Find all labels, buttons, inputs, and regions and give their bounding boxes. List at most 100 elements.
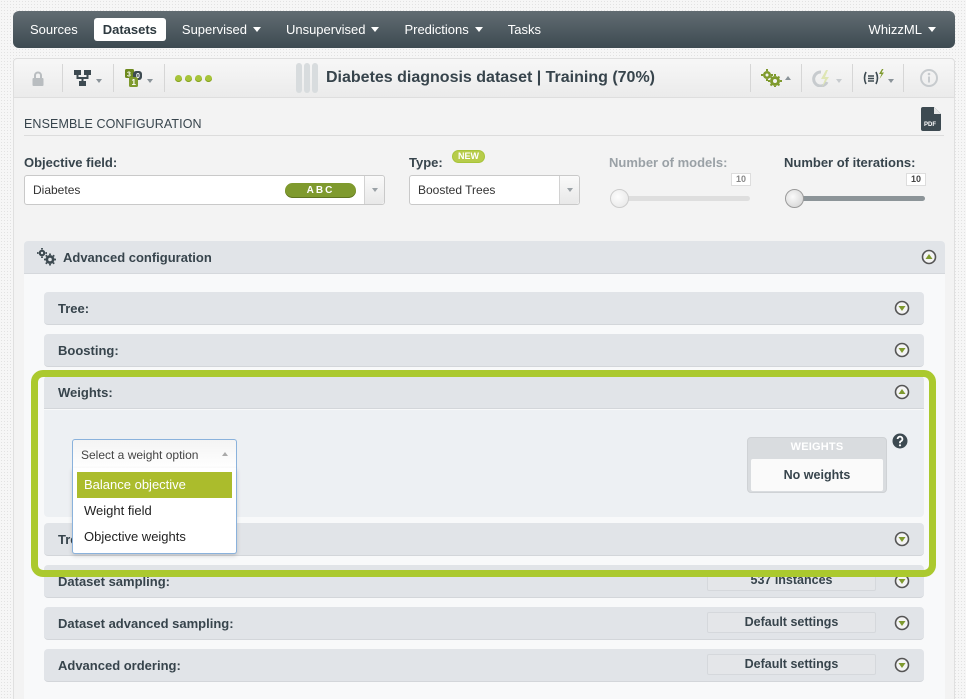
weight-select-placeholder: Select a weight option bbox=[81, 447, 199, 462]
configure-gears-icon bbox=[761, 69, 782, 87]
accordion-label: Advanced ordering: bbox=[58, 657, 181, 673]
status-dot bbox=[194, 74, 202, 82]
new-badge: NEW bbox=[452, 150, 485, 163]
caret-down-icon bbox=[888, 79, 894, 83]
accordion-label: Dataset advanced sampling: bbox=[58, 615, 234, 631]
advanced-configuration-header[interactable]: Advanced configuration bbox=[24, 241, 945, 274]
section-divider bbox=[24, 135, 944, 136]
svg-text:0: 0 bbox=[136, 73, 140, 80]
expand-down-icon bbox=[894, 531, 910, 547]
nav-supervised[interactable]: Supervised bbox=[173, 18, 270, 41]
title-area: Diabetes diagnosis dataset | Training (7… bbox=[296, 63, 655, 93]
collapse-up-icon[interactable] bbox=[921, 249, 937, 265]
caret-down-icon bbox=[474, 27, 483, 32]
accordion-label: Weights: bbox=[58, 384, 113, 400]
caret-down-icon bbox=[371, 27, 380, 32]
one-click-button[interactable] bbox=[802, 64, 852, 92]
objective-field-label: Objective field: bbox=[24, 155, 118, 170]
weight-option-select[interactable]: Select a weight option bbox=[72, 439, 237, 469]
nav-label: Predictions bbox=[404, 22, 469, 37]
accordion-label: Boosting: bbox=[58, 342, 119, 358]
field-types-button[interactable]: 3 0 1 bbox=[114, 64, 164, 92]
svg-text:3: 3 bbox=[127, 72, 131, 79]
status-dot bbox=[174, 74, 182, 82]
nav-whizzml[interactable]: WhizzML bbox=[860, 18, 945, 41]
number-of-iterations-slider[interactable] bbox=[786, 196, 925, 201]
number-of-iterations-value: 10 bbox=[906, 173, 926, 186]
gears-icon bbox=[37, 248, 56, 266]
number-of-iterations-label: Number of iterations: bbox=[784, 155, 916, 170]
nav-label: Sources bbox=[30, 22, 78, 37]
option-weight-field[interactable]: Weight field bbox=[77, 498, 232, 524]
pdf-export-button[interactable]: PDF bbox=[921, 107, 941, 136]
accordion-weights[interactable]: Weights: bbox=[44, 376, 924, 409]
tree-view-button[interactable] bbox=[63, 64, 113, 92]
caret-down-icon bbox=[96, 79, 102, 83]
caret-down-icon bbox=[147, 79, 153, 83]
status-dot bbox=[184, 74, 192, 82]
configure-button[interactable] bbox=[751, 64, 801, 92]
nav-label: Supervised bbox=[181, 22, 247, 37]
dataset-advanced-sampling-value: Default settings bbox=[707, 612, 876, 633]
option-objective-weights[interactable]: Objective weights bbox=[77, 524, 232, 550]
accordion-dataset-sampling[interactable]: Dataset sampling: 537 instances bbox=[44, 565, 924, 598]
number-of-models-label: Number of models: bbox=[609, 155, 728, 170]
caret-down-icon bbox=[836, 79, 842, 83]
top-navigation: Sources Datasets Supervised Unsupervised… bbox=[13, 11, 955, 48]
pdf-icon: PDF bbox=[921, 107, 941, 131]
formula-button[interactable] bbox=[853, 64, 903, 92]
objective-field-select[interactable]: Diabetes ABC bbox=[24, 175, 385, 205]
option-balance-objective[interactable]: Balance objective bbox=[77, 472, 232, 498]
nav-tasks[interactable]: Tasks bbox=[499, 18, 550, 41]
weight-options-dropdown: Balance objective Weight field Objective… bbox=[72, 468, 237, 554]
nav-label: Datasets bbox=[102, 22, 157, 37]
caret-down-icon bbox=[928, 27, 936, 32]
dropdown-arrow-icon bbox=[559, 176, 579, 204]
accordion-label: Tree: bbox=[58, 300, 90, 316]
section-title: ENSEMBLE CONFIGURATION bbox=[24, 117, 202, 131]
expand-down-icon bbox=[894, 300, 910, 316]
nav-predictions[interactable]: Predictions bbox=[395, 18, 491, 41]
number-of-models-value: 10 bbox=[731, 173, 751, 186]
ensemble-configuration-panel: ENSEMBLE CONFIGURATION PDF Objective fie… bbox=[13, 98, 955, 699]
lock-button[interactable] bbox=[14, 64, 62, 92]
expand-down-icon bbox=[894, 657, 910, 673]
tree-structure-icon bbox=[74, 70, 91, 86]
nav-label: Tasks bbox=[507, 22, 541, 37]
expand-down-icon bbox=[894, 342, 910, 358]
accordion-boosting[interactable]: Boosting: bbox=[44, 334, 924, 367]
status-indicator bbox=[165, 64, 221, 92]
expand-down-icon bbox=[894, 573, 910, 589]
advanced-ordering-value: Default settings bbox=[707, 654, 876, 675]
accordion-dataset-advanced-sampling[interactable]: Dataset advanced sampling: Default setti… bbox=[44, 607, 924, 640]
status-dot bbox=[204, 74, 212, 82]
nav-unsupervised[interactable]: Unsupervised bbox=[277, 18, 389, 41]
type-value: Boosted Trees bbox=[418, 183, 496, 197]
number-of-models-slider bbox=[611, 196, 750, 201]
field-types-icon: 3 0 1 bbox=[125, 69, 142, 87]
help-icon[interactable] bbox=[892, 433, 908, 449]
svg-text:PDF: PDF bbox=[924, 122, 936, 128]
one-click-lightning-icon bbox=[812, 70, 829, 87]
info-button[interactable] bbox=[904, 64, 954, 92]
nav-datasets[interactable]: Datasets bbox=[93, 18, 166, 41]
caret-up-icon bbox=[785, 76, 791, 80]
accordion-tree[interactable]: Tree: bbox=[44, 292, 924, 325]
accordion-advanced-ordering[interactable]: Advanced ordering: Default settings bbox=[44, 649, 924, 682]
type-label: Type: bbox=[409, 155, 443, 170]
weights-summary-value: No weights bbox=[751, 459, 883, 491]
weights-summary-title: WEIGHTS bbox=[790, 441, 844, 453]
nav-sources[interactable]: Sources bbox=[21, 18, 87, 41]
advanced-configuration-title: Advanced configuration bbox=[63, 249, 212, 265]
svg-text:1: 1 bbox=[132, 78, 137, 87]
accordion-label: Dataset sampling: bbox=[58, 573, 170, 589]
number-of-iterations-thumb[interactable] bbox=[785, 189, 804, 208]
info-icon bbox=[920, 69, 938, 87]
type-select[interactable]: Boosted Trees bbox=[409, 175, 580, 205]
nav-label: WhizzML bbox=[868, 22, 922, 37]
collapse-up-icon bbox=[894, 384, 910, 400]
categorical-type-badge: ABC bbox=[285, 182, 356, 198]
caret-down-icon bbox=[252, 27, 261, 32]
resource-toolbar: 3 0 1 Diabetes diagnosis dataset | Train… bbox=[13, 58, 955, 98]
number-of-models-thumb bbox=[610, 189, 629, 208]
